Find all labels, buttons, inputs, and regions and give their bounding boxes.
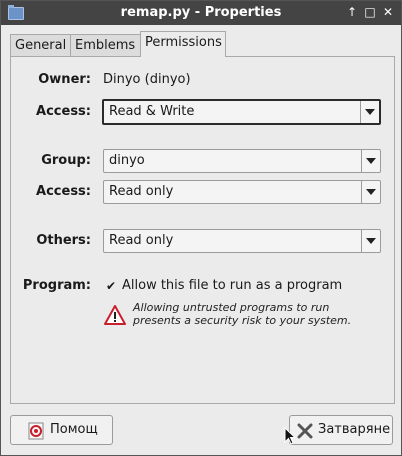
help-icon xyxy=(28,422,44,440)
help-button-label: Помощ xyxy=(50,422,98,437)
group-access-label: Access: xyxy=(36,184,91,199)
help-button[interactable]: Помощ xyxy=(10,415,113,445)
chevron-down-icon xyxy=(360,101,379,123)
chevron-down-icon xyxy=(361,181,380,203)
program-label: Program: xyxy=(22,278,91,293)
group-access-value: Read only xyxy=(109,184,174,199)
chevron-down-icon xyxy=(361,230,380,252)
shade-button[interactable]: ↑ xyxy=(344,3,360,21)
group-label: Group: xyxy=(41,153,91,168)
owner-label: Owner: xyxy=(38,72,91,87)
group-combo[interactable]: dinyo xyxy=(103,149,381,173)
close-window-button[interactable]: ✕ xyxy=(380,3,396,21)
maximize-button[interactable]: □ xyxy=(362,3,378,21)
close-button-label: Затваряне xyxy=(318,422,391,437)
mouse-pointer-icon xyxy=(284,427,296,445)
group-value: dinyo xyxy=(109,153,145,168)
run-as-program-checkbox[interactable]: ✔ xyxy=(106,280,117,292)
warning-icon xyxy=(104,305,126,325)
owner-value: Dinyo (dinyo) xyxy=(103,72,191,87)
close-icon xyxy=(297,423,313,439)
warning-line-1: Allowing untrusted programs to run xyxy=(133,301,330,314)
chevron-down-icon xyxy=(361,150,380,172)
owner-access-value: Read & Write xyxy=(109,104,195,119)
owner-access-label: Access: xyxy=(36,104,91,119)
group-access-combo[interactable]: Read only xyxy=(103,180,381,204)
window-title: remap.py - Properties xyxy=(120,5,282,20)
others-access-combo[interactable]: Read only xyxy=(103,229,381,253)
owner-access-combo[interactable]: Read & Write xyxy=(102,99,381,125)
properties-window: remap.py - Properties ↑ □ ✕ General Embl… xyxy=(0,0,402,456)
tab-permissions[interactable]: Permissions xyxy=(140,31,226,57)
tab-emblems[interactable]: Emblems xyxy=(70,34,142,57)
security-warning: Allowing untrusted programs to run prese… xyxy=(133,301,351,327)
run-as-program-label[interactable]: Allow this file to run as a program xyxy=(122,278,342,293)
others-label: Others: xyxy=(36,233,91,248)
tab-general[interactable]: General xyxy=(10,34,72,57)
close-button[interactable]: Затваряне xyxy=(289,415,393,445)
warning-line-2: presents a security risk to your system. xyxy=(133,314,352,327)
title-bar[interactable]: remap.py - Properties ↑ □ ✕ xyxy=(1,1,401,25)
others-access-value: Read only xyxy=(109,233,174,248)
